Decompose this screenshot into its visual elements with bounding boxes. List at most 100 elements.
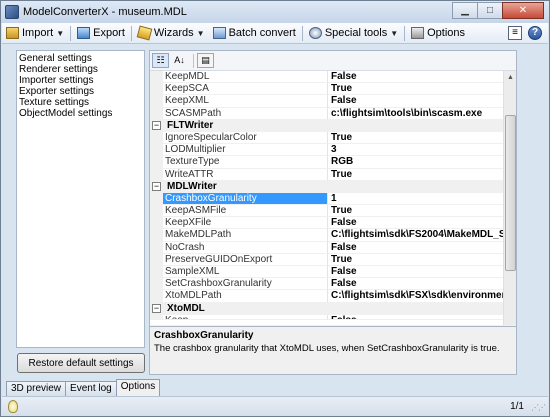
property-description-pane: CrashboxGranularity The crashbox granula…	[150, 326, 516, 374]
settings-item-exporter[interactable]: Exporter settings	[19, 86, 142, 97]
tab-options[interactable]: Options	[115, 379, 161, 396]
settings-item-texture[interactable]: Texture settings	[19, 97, 142, 108]
property-row[interactable]: KeepSCA True	[150, 83, 503, 96]
property-value[interactable]: 3	[328, 144, 503, 157]
batch-label: Batch convert	[228, 27, 296, 39]
property-row[interactable]: LODMultiplier 3	[150, 144, 503, 157]
property-grid-toolbar: ☷ A↓ ▤	[150, 51, 516, 71]
wizards-menu-button[interactable]: Wizards ▼	[134, 24, 209, 43]
property-name: KeepMDL	[163, 71, 328, 84]
toolbar-separator	[130, 25, 132, 41]
property-name: MakeMDLPath	[163, 229, 328, 242]
page-indicator: 1/1	[510, 401, 524, 412]
property-value[interactable]: False	[328, 278, 503, 291]
property-value[interactable]: True	[328, 83, 503, 96]
category-title: FLTWriter	[167, 119, 214, 131]
import-label: Import	[22, 27, 54, 39]
description-title: CrashboxGranularity	[154, 330, 254, 341]
title-bar: ModelConverterX - museum.MDL ▁ □ ✕	[1, 1, 549, 23]
export-icon	[77, 27, 91, 39]
wand-icon	[136, 25, 153, 41]
export-button[interactable]: Export	[73, 24, 129, 43]
property-value[interactable]: False	[328, 95, 503, 108]
minimize-button[interactable]: ▁	[452, 2, 478, 19]
tab-3d-preview[interactable]: 3D preview	[6, 381, 67, 396]
settings-item-importer[interactable]: Importer settings	[19, 75, 142, 86]
options-label: Options	[427, 27, 466, 39]
property-name: IgnoreSpecularColor	[163, 131, 328, 145]
property-value[interactable]: False	[328, 71, 503, 84]
property-value[interactable]: True	[328, 254, 503, 266]
maximize-button[interactable]: □	[477, 2, 503, 19]
property-row[interactable]: PreserveGUIDOnExport True	[150, 253, 503, 266]
settings-item-renderer[interactable]: Renderer settings	[19, 64, 142, 75]
batch-convert-button[interactable]: Batch convert	[209, 24, 300, 43]
resize-grip-icon[interactable]: ⋰⋰	[531, 403, 546, 412]
property-pages-icon[interactable]: ▤	[197, 53, 214, 68]
property-value[interactable]: C:\flightsim\sdk\FS2004\MakeMDL_SD	[328, 229, 503, 242]
property-name: TextureType	[163, 156, 328, 169]
property-value[interactable]: 1	[328, 193, 503, 206]
property-value[interactable]: RGB	[328, 156, 503, 169]
property-row[interactable]: SCASMPath c:\flightsim\tools\bin\scasm.ex…	[150, 107, 503, 120]
gear-icon	[308, 27, 322, 39]
property-value[interactable]: c:\flightsim\tools\bin\scasm.exe	[328, 108, 503, 120]
tools-icon	[411, 27, 425, 39]
close-button[interactable]: ✕	[502, 2, 544, 19]
toolbar-separator	[193, 53, 194, 68]
toolbar-separator	[70, 25, 72, 41]
collapse-icon[interactable]: −	[152, 121, 161, 131]
settings-item-general[interactable]: General settings	[19, 53, 142, 64]
property-row[interactable]: KeepFalse	[150, 314, 503, 320]
property-row[interactable]: MakeMDLPath C:\flightsim\sdk\FS2004\MakeM…	[150, 229, 503, 242]
options-button[interactable]: Options	[407, 24, 469, 43]
property-name: WriteATTR	[163, 168, 328, 181]
scrollbar-thumb[interactable]	[505, 115, 516, 271]
property-name: SampleXML	[163, 266, 328, 279]
property-value[interactable]: C:\flightsim\sdk\FSX\sdk\environment I	[328, 290, 503, 303]
property-row[interactable]: SampleXML False	[150, 266, 503, 279]
category-row-fltwriter[interactable]: − FLTWriter	[150, 119, 503, 132]
property-row[interactable]: KeepASMFile True	[150, 205, 503, 218]
category-row-xtomdl[interactable]: − XtoMDL	[150, 302, 503, 315]
property-name: LODMultiplier	[163, 144, 328, 157]
settings-item-objectmodel[interactable]: ObjectModel settings	[19, 108, 142, 119]
property-name: Keep	[163, 314, 328, 320]
property-row[interactable]: SetCrashboxGranularity False	[150, 278, 503, 291]
help-icon[interactable]: ?	[528, 26, 542, 40]
property-value[interactable]: False	[328, 315, 503, 320]
description-text: The crashbox granularity that XtoMDL use…	[154, 343, 500, 354]
property-row-selected[interactable]: CrashboxGranularity 1	[150, 192, 503, 206]
restore-defaults-button[interactable]: Restore default settings	[17, 353, 145, 373]
toolbar-separator	[404, 25, 406, 41]
property-row[interactable]: XtoMDLPath C:\flightsim\sdk\FSX\sdk\envir…	[150, 290, 503, 303]
toolbar-right-icons: ≡ ?	[502, 26, 542, 40]
property-value[interactable]: True	[328, 205, 503, 218]
chevron-down-icon: ▼	[56, 28, 65, 38]
categorized-view-icon[interactable]: ☷	[152, 53, 169, 68]
property-name: NoCrash	[163, 241, 328, 254]
category-row-mdlwriter[interactable]: − MDLWriter	[150, 180, 503, 193]
scroll-up-icon[interactable]: ▲	[504, 71, 517, 84]
property-row[interactable]: KeepMDL False	[150, 71, 503, 84]
property-row[interactable]: WriteATTR True	[150, 168, 503, 181]
collapse-icon[interactable]: −	[152, 182, 161, 192]
property-value[interactable]: False	[328, 242, 503, 254]
property-row[interactable]: KeepXML False	[150, 95, 503, 108]
property-value[interactable]: False	[328, 266, 503, 279]
alphabetical-sort-icon[interactable]: A↓	[171, 53, 188, 68]
notes-icon[interactable]: ≡	[508, 26, 522, 40]
tab-event-log[interactable]: Event log	[65, 381, 117, 396]
property-grid-scrollbar[interactable]: ▲	[503, 71, 516, 325]
property-row[interactable]: TextureType RGB	[150, 156, 503, 169]
property-value[interactable]: True	[328, 132, 503, 145]
collapse-icon[interactable]: −	[152, 304, 161, 314]
special-tools-menu-button[interactable]: Special tools ▼	[305, 24, 402, 43]
import-menu-button[interactable]: Import ▼	[2, 24, 68, 43]
property-row[interactable]: KeepXFile False	[150, 217, 503, 230]
property-row[interactable]: NoCrash False	[150, 241, 503, 254]
property-value[interactable]: True	[328, 169, 503, 181]
property-name: SetCrashboxGranularity	[163, 278, 328, 291]
property-value[interactable]: False	[328, 217, 503, 230]
property-row[interactable]: IgnoreSpecularColor True	[150, 131, 503, 145]
